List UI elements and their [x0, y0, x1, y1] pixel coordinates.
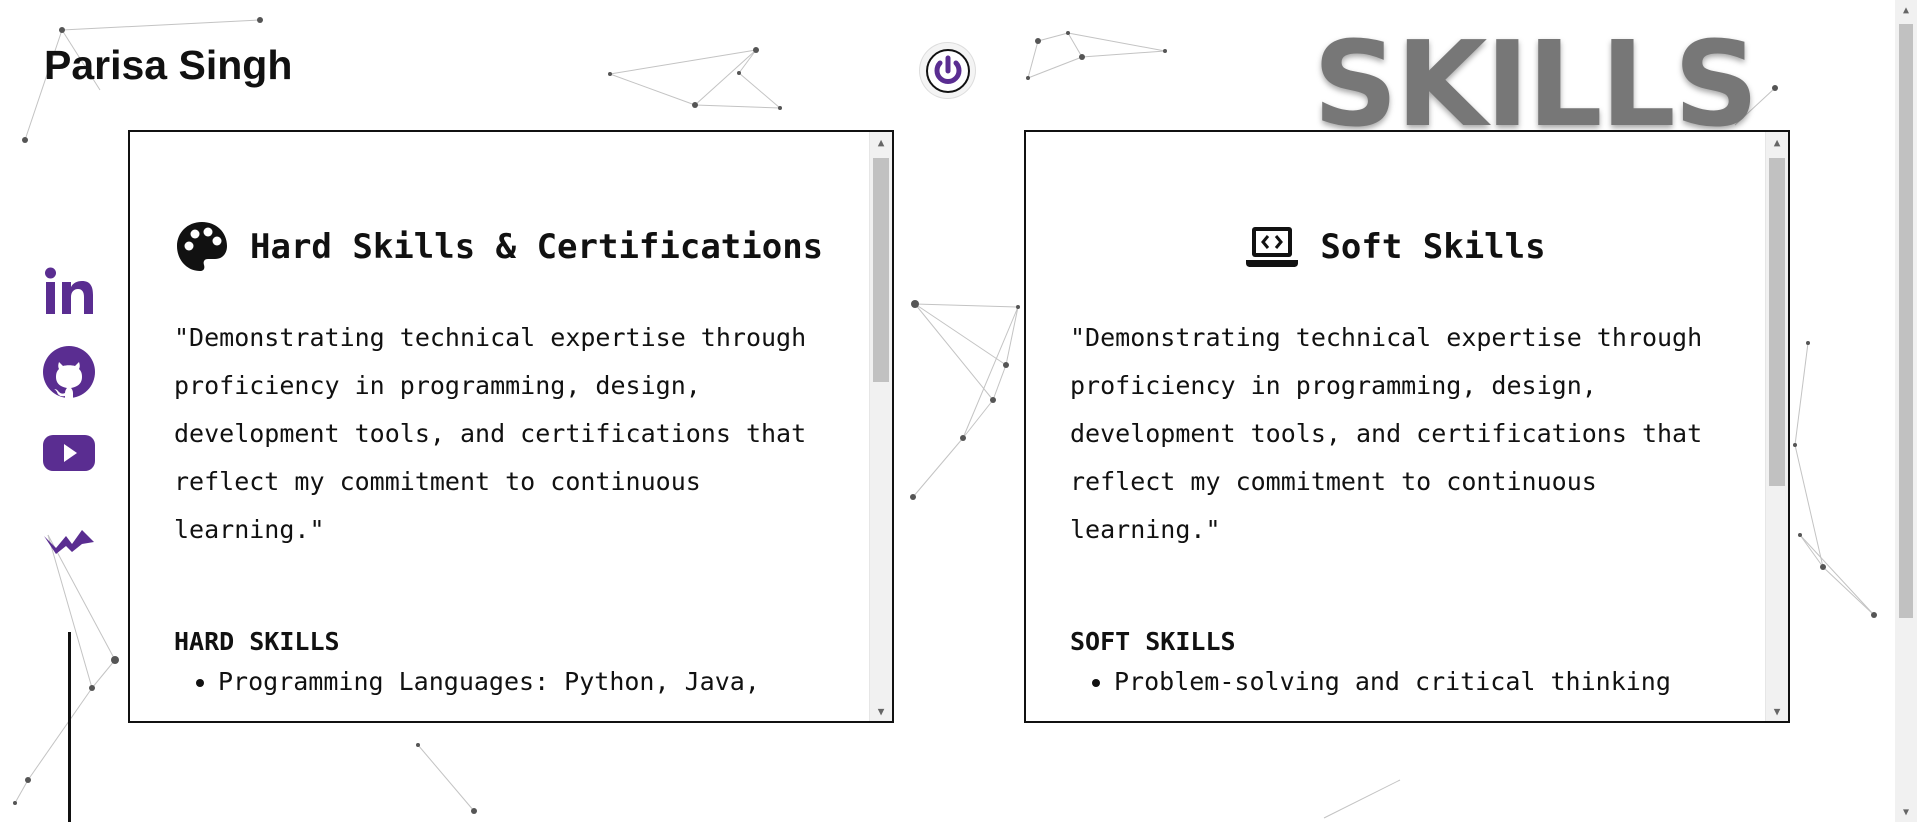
youtube-icon [43, 435, 95, 471]
hard-skills-content: Hard Skills & Certifications "Demonstrat… [130, 132, 868, 721]
skills-list: Problem-solving and critical thinking [1070, 666, 1720, 698]
github-icon [43, 346, 95, 401]
page-scroll-up-arrow-icon[interactable]: ▲ [1895, 0, 1917, 20]
section-subheading: SOFT SKILLS [1070, 627, 1236, 656]
soft-skills-card[interactable]: Soft Skills "Demonstrating technical exp… [1024, 130, 1790, 723]
github-link[interactable] [42, 342, 96, 402]
card-quote: "Demonstrating technical expertise throu… [1070, 323, 1703, 544]
scroll-thumb[interactable] [873, 158, 889, 382]
card-scrollbar[interactable]: ▲ ▼ [869, 132, 892, 721]
wakatime-link[interactable] [42, 502, 96, 562]
page-scroll-thumb[interactable] [1899, 24, 1913, 618]
scroll-down-arrow-icon[interactable]: ▼ [870, 701, 892, 721]
card-quote: "Demonstrating technical expertise throu… [174, 323, 807, 544]
social-links [42, 262, 96, 562]
list-item: Programming Languages: Python, Java, [218, 666, 824, 698]
zigzag-logo-icon [44, 530, 94, 554]
hard-skills-card[interactable]: Hard Skills & Certifications "Demonstrat… [128, 130, 894, 723]
hard-skills-title: Hard Skills & Certifications [174, 216, 824, 278]
page-scroll-down-arrow-icon[interactable]: ▼ [1895, 802, 1917, 822]
list-item: Problem-solving and critical thinking [1114, 666, 1720, 698]
youtube-link[interactable] [42, 422, 96, 482]
card-heading: Hard Skills & Certifications [250, 227, 824, 267]
card-scrollbar[interactable]: ▲ ▼ [1765, 132, 1788, 721]
page-scrollbar[interactable]: ▲ ▼ [1895, 0, 1917, 822]
soft-skills-title: Soft Skills [1070, 216, 1720, 278]
card-heading: Soft Skills [1320, 227, 1546, 267]
power-icon [925, 48, 970, 93]
scroll-down-arrow-icon[interactable]: ▼ [1766, 701, 1788, 721]
laptop-code-icon [1246, 227, 1299, 267]
section-subheading: HARD SKILLS [174, 627, 340, 656]
linkedin-link[interactable] [42, 262, 96, 322]
scroll-up-arrow-icon[interactable]: ▲ [1766, 132, 1788, 152]
scroll-up-arrow-icon[interactable]: ▲ [870, 132, 892, 152]
skills-list: Programming Languages: Python, Java, [174, 666, 824, 698]
power-button[interactable] [920, 43, 975, 98]
site-owner-name: Parisa Singh [44, 42, 293, 88]
scroll-thumb[interactable] [1769, 158, 1785, 486]
decorative-vertical-line [68, 632, 71, 822]
linkedin-icon [45, 267, 93, 314]
palette-icon [177, 222, 227, 271]
soft-skills-content: Soft Skills "Demonstrating technical exp… [1026, 132, 1764, 721]
